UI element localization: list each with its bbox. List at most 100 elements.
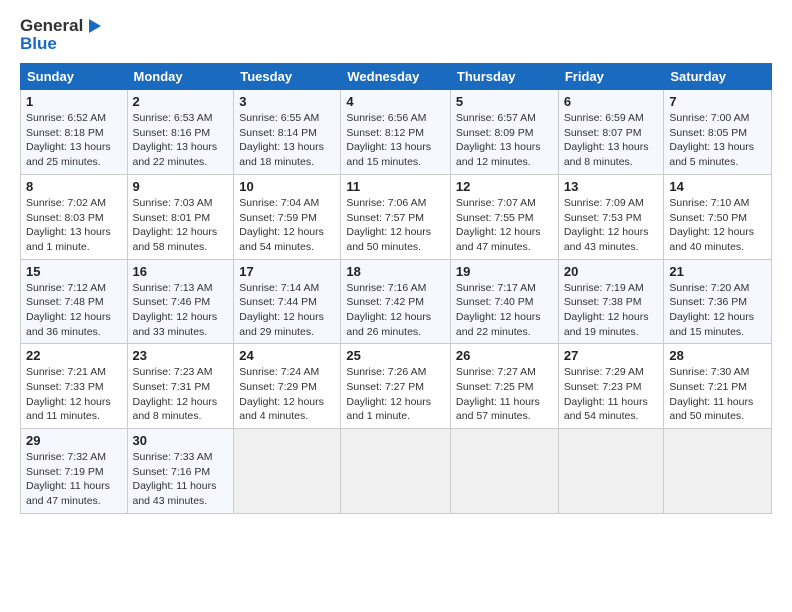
calendar-cell: 23 Sunrise: 7:23 AMSunset: 7:31 PMDayligh… (127, 344, 234, 429)
day-number: 24 (239, 348, 335, 363)
col-sunday: Sunday (21, 64, 128, 90)
day-info: Sunrise: 6:53 AMSunset: 8:16 PMDaylight:… (133, 111, 229, 170)
day-info: Sunrise: 7:24 AMSunset: 7:29 PMDaylight:… (239, 365, 335, 424)
day-info: Sunrise: 6:57 AMSunset: 8:09 PMDaylight:… (456, 111, 553, 170)
day-number: 10 (239, 179, 335, 194)
calendar-cell: 27 Sunrise: 7:29 AMSunset: 7:23 PMDayligh… (558, 344, 664, 429)
day-info: Sunrise: 7:13 AMSunset: 7:46 PMDaylight:… (133, 281, 229, 340)
day-number: 14 (669, 179, 766, 194)
logo-general: General (20, 16, 83, 36)
day-info: Sunrise: 7:00 AMSunset: 8:05 PMDaylight:… (669, 111, 766, 170)
calendar-cell: 1 Sunrise: 6:52 AMSunset: 8:18 PMDaylight… (21, 90, 128, 175)
calendar-cell: 2 Sunrise: 6:53 AMSunset: 8:16 PMDaylight… (127, 90, 234, 175)
calendar-cell: 20 Sunrise: 7:19 AMSunset: 7:38 PMDayligh… (558, 259, 664, 344)
day-number: 11 (346, 179, 445, 194)
calendar-cell (341, 429, 451, 514)
day-number: 23 (133, 348, 229, 363)
calendar-cell: 10 Sunrise: 7:04 AMSunset: 7:59 PMDayligh… (234, 174, 341, 259)
logo: General Blue (20, 16, 103, 53)
day-number: 21 (669, 264, 766, 279)
calendar-cell: 4 Sunrise: 6:56 AMSunset: 8:12 PMDaylight… (341, 90, 451, 175)
calendar-cell: 9 Sunrise: 7:03 AMSunset: 8:01 PMDaylight… (127, 174, 234, 259)
day-info: Sunrise: 7:14 AMSunset: 7:44 PMDaylight:… (239, 281, 335, 340)
calendar-cell: 11 Sunrise: 7:06 AMSunset: 7:57 PMDayligh… (341, 174, 451, 259)
day-info: Sunrise: 7:29 AMSunset: 7:23 PMDaylight:… (564, 365, 659, 424)
day-info: Sunrise: 7:30 AMSunset: 7:21 PMDaylight:… (669, 365, 766, 424)
day-number: 1 (26, 94, 122, 109)
day-info: Sunrise: 7:16 AMSunset: 7:42 PMDaylight:… (346, 281, 445, 340)
calendar-cell: 14Sunrise: 7:10 AMSunset: 7:50 PMDayligh… (664, 174, 772, 259)
day-number: 15 (26, 264, 122, 279)
week-row: 22 Sunrise: 7:21 AMSunset: 7:33 PMDayligh… (21, 344, 772, 429)
day-number: 18 (346, 264, 445, 279)
day-info: Sunrise: 7:03 AMSunset: 8:01 PMDaylight:… (133, 196, 229, 255)
day-info: Sunrise: 7:33 AMSunset: 7:16 PMDaylight:… (133, 450, 229, 509)
day-info: Sunrise: 6:56 AMSunset: 8:12 PMDaylight:… (346, 111, 445, 170)
day-info: Sunrise: 7:07 AMSunset: 7:55 PMDaylight:… (456, 196, 553, 255)
day-number: 29 (26, 433, 122, 448)
calendar-cell (558, 429, 664, 514)
calendar-cell: 21 Sunrise: 7:20 AMSunset: 7:36 PMDayligh… (664, 259, 772, 344)
calendar-cell (234, 429, 341, 514)
col-wednesday: Wednesday (341, 64, 451, 90)
day-number: 25 (346, 348, 445, 363)
day-info: Sunrise: 7:20 AMSunset: 7:36 PMDaylight:… (669, 281, 766, 340)
day-info: Sunrise: 7:23 AMSunset: 7:31 PMDaylight:… (133, 365, 229, 424)
week-row: 1 Sunrise: 6:52 AMSunset: 8:18 PMDaylight… (21, 90, 772, 175)
calendar-cell: 5 Sunrise: 6:57 AMSunset: 8:09 PMDaylight… (450, 90, 558, 175)
calendar-cell: 7 Sunrise: 7:00 AMSunset: 8:05 PMDaylight… (664, 90, 772, 175)
day-info: Sunrise: 7:19 AMSunset: 7:38 PMDaylight:… (564, 281, 659, 340)
calendar-cell: 24 Sunrise: 7:24 AMSunset: 7:29 PMDayligh… (234, 344, 341, 429)
day-number: 26 (456, 348, 553, 363)
header-row: Sunday Monday Tuesday Wednesday Thursday… (21, 64, 772, 90)
calendar-cell: 8Sunrise: 7:02 AMSunset: 8:03 PMDaylight… (21, 174, 128, 259)
day-number: 19 (456, 264, 553, 279)
day-number: 22 (26, 348, 122, 363)
calendar-cell: 16Sunrise: 7:13 AMSunset: 7:46 PMDayligh… (127, 259, 234, 344)
calendar-cell: 25Sunrise: 7:26 AMSunset: 7:27 PMDayligh… (341, 344, 451, 429)
calendar-cell: 13Sunrise: 7:09 AMSunset: 7:53 PMDayligh… (558, 174, 664, 259)
day-info: Sunrise: 7:21 AMSunset: 7:33 PMDaylight:… (26, 365, 122, 424)
day-number: 6 (564, 94, 659, 109)
week-row: 29 Sunrise: 7:32 AMSunset: 7:19 PMDayligh… (21, 429, 772, 514)
logo-arrow (85, 17, 103, 35)
col-monday: Monday (127, 64, 234, 90)
day-info: Sunrise: 7:32 AMSunset: 7:19 PMDaylight:… (26, 450, 122, 509)
day-info: Sunrise: 6:52 AMSunset: 8:18 PMDaylight:… (26, 111, 122, 170)
day-number: 27 (564, 348, 659, 363)
header: General Blue (20, 16, 772, 53)
day-number: 20 (564, 264, 659, 279)
calendar-cell: 19Sunrise: 7:17 AMSunset: 7:40 PMDayligh… (450, 259, 558, 344)
calendar-cell: 17Sunrise: 7:14 AMSunset: 7:44 PMDayligh… (234, 259, 341, 344)
day-info: Sunrise: 7:12 AMSunset: 7:48 PMDaylight:… (26, 281, 122, 340)
col-friday: Friday (558, 64, 664, 90)
calendar-cell: 15 Sunrise: 7:12 AMSunset: 7:48 PMDayligh… (21, 259, 128, 344)
day-info: Sunrise: 7:27 AMSunset: 7:25 PMDaylight:… (456, 365, 553, 424)
day-info: Sunrise: 6:59 AMSunset: 8:07 PMDaylight:… (564, 111, 659, 170)
week-row: 15 Sunrise: 7:12 AMSunset: 7:48 PMDayligh… (21, 259, 772, 344)
day-info: Sunrise: 7:06 AMSunset: 7:57 PMDaylight:… (346, 196, 445, 255)
day-number: 28 (669, 348, 766, 363)
day-number: 9 (133, 179, 229, 194)
day-number: 7 (669, 94, 766, 109)
day-number: 2 (133, 94, 229, 109)
day-number: 12 (456, 179, 553, 194)
calendar-cell (450, 429, 558, 514)
calendar-cell: 18 Sunrise: 7:16 AMSunset: 7:42 PMDayligh… (341, 259, 451, 344)
calendar-cell: 26 Sunrise: 7:27 AMSunset: 7:25 PMDayligh… (450, 344, 558, 429)
week-row: 8Sunrise: 7:02 AMSunset: 8:03 PMDaylight… (21, 174, 772, 259)
page: General Blue Sunday Monday Tuesday Wedne… (0, 0, 792, 530)
calendar-cell: 30 Sunrise: 7:33 AMSunset: 7:16 PMDayligh… (127, 429, 234, 514)
logo-blue: Blue (20, 34, 103, 54)
day-info: Sunrise: 7:09 AMSunset: 7:53 PMDaylight:… (564, 196, 659, 255)
day-number: 30 (133, 433, 229, 448)
calendar-cell: 3Sunrise: 6:55 AMSunset: 8:14 PMDaylight… (234, 90, 341, 175)
day-number: 8 (26, 179, 122, 194)
day-info: Sunrise: 7:04 AMSunset: 7:59 PMDaylight:… (239, 196, 335, 255)
day-number: 3 (239, 94, 335, 109)
day-number: 5 (456, 94, 553, 109)
day-number: 4 (346, 94, 445, 109)
calendar-cell: 28 Sunrise: 7:30 AMSunset: 7:21 PMDayligh… (664, 344, 772, 429)
col-thursday: Thursday (450, 64, 558, 90)
calendar-cell: 6 Sunrise: 6:59 AMSunset: 8:07 PMDaylight… (558, 90, 664, 175)
